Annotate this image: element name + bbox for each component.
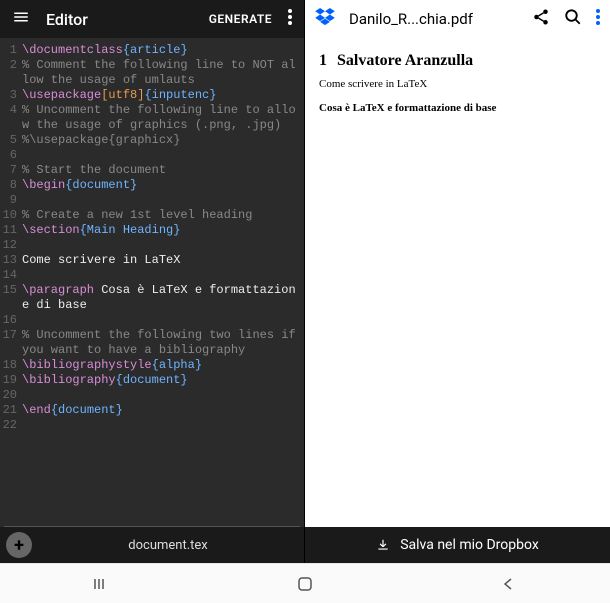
paragraph-text: Cosa è LaTeX e formattazione di base: [319, 102, 596, 114]
code-line[interactable]: %\usepackage{graphicx}: [22, 133, 300, 148]
android-nav-bar: [0, 563, 610, 603]
code-line[interactable]: [22, 193, 300, 208]
code-line[interactable]: \bibliographystyle{alpha}: [22, 358, 300, 373]
filename-label[interactable]: document.tex: [32, 538, 304, 553]
code-line[interactable]: [22, 418, 300, 433]
add-file-button[interactable]: +: [6, 532, 32, 558]
code-line[interactable]: \section{Main Heading}: [22, 223, 300, 238]
preview-pane: Danilo_R...chia.pdf 1 Salvatore Aranzulla…: [305, 0, 610, 563]
more-icon[interactable]: [288, 9, 292, 29]
code-line[interactable]: % Uncomment the following two lines if y…: [22, 328, 300, 358]
code-line[interactable]: % Uncomment the following line to allow …: [22, 103, 300, 133]
back-button[interactable]: [498, 574, 518, 594]
editor-footer: + document.tex: [0, 527, 304, 563]
editor-pane: Editor GENERATE 123456789101112131415161…: [0, 0, 305, 563]
code-line[interactable]: [22, 268, 300, 283]
code-line[interactable]: \bibliography{document}: [22, 373, 300, 388]
generate-button[interactable]: GENERATE: [209, 12, 272, 26]
code-line[interactable]: [22, 388, 300, 403]
section-number: 1: [319, 52, 327, 69]
code-line[interactable]: % Start the document: [22, 163, 300, 178]
code-line[interactable]: % Comment the following line to NOT allo…: [22, 58, 300, 88]
code-line[interactable]: [22, 148, 300, 163]
code-editor[interactable]: 12345678910111213141516171819202122 \doc…: [0, 38, 304, 526]
preview-filename: Danilo_R...chia.pdf: [349, 10, 518, 28]
search-icon[interactable]: [564, 8, 582, 30]
section-heading: 1 Salvatore Aranzulla: [319, 52, 596, 70]
code-line[interactable]: % Create a new 1st level heading: [22, 208, 300, 223]
code-line[interactable]: \documentclass{article}: [22, 43, 300, 58]
editor-header: Editor GENERATE: [0, 0, 304, 38]
pdf-preview[interactable]: 1 Salvatore Aranzulla Come scrivere in La…: [305, 38, 610, 527]
save-dropbox-button[interactable]: Salva nel mio Dropbox: [305, 527, 610, 563]
code-line[interactable]: [22, 313, 300, 328]
code-line[interactable]: \usepackage[utf8]{inputenc}: [22, 88, 300, 103]
code-line[interactable]: \begin{document}: [22, 178, 300, 193]
preview-header: Danilo_R...chia.pdf: [305, 0, 610, 38]
hamburger-icon[interactable]: [12, 8, 30, 30]
save-label: Salva nel mio Dropbox: [400, 537, 539, 553]
editor-title: Editor: [46, 10, 193, 29]
dropbox-icon[interactable]: [315, 8, 335, 30]
body-text: Come scrivere in LaTeX: [319, 78, 596, 90]
code-line[interactable]: [22, 238, 300, 253]
recents-button[interactable]: [92, 574, 112, 594]
home-button[interactable]: [295, 574, 315, 594]
share-icon[interactable]: [532, 8, 550, 30]
more-icon[interactable]: [596, 9, 600, 29]
section-title: Salvatore Aranzulla: [337, 52, 473, 69]
code-line[interactable]: \end{document}: [22, 403, 300, 418]
code-line[interactable]: \paragraph Cosa è LaTeX e formattazione …: [22, 283, 300, 313]
code-line[interactable]: Come scrivere in LaTeX: [22, 253, 300, 268]
